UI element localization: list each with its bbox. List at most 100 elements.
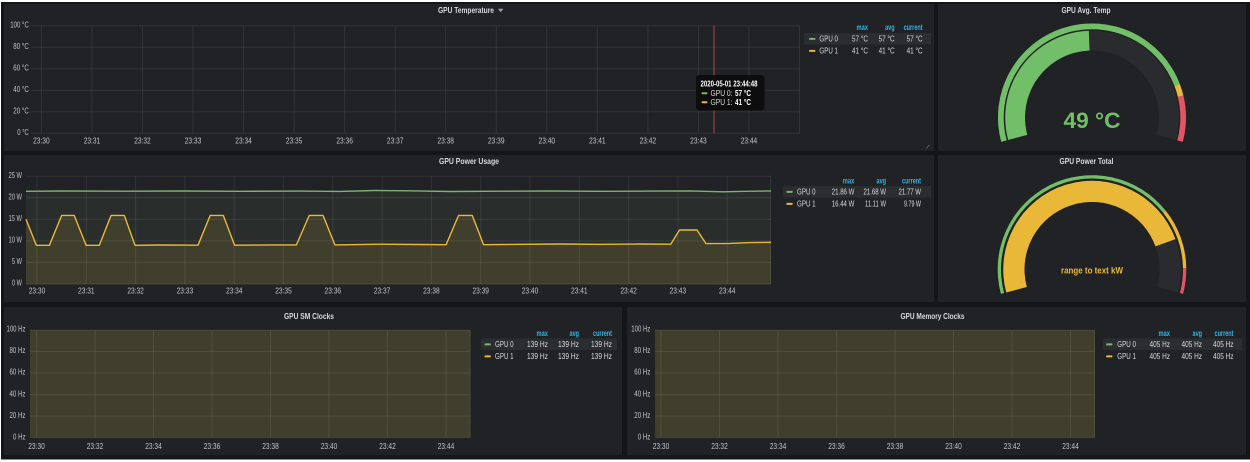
svg-text:23:30: 23:30	[33, 137, 50, 146]
svg-text:23:44: 23:44	[741, 137, 758, 146]
svg-text:range to text kW: range to text kW	[1061, 266, 1123, 277]
svg-text:100 Hz: 100 Hz	[631, 325, 650, 334]
svg-text:23:43: 23:43	[670, 287, 687, 296]
svg-text:11.11 W: 11.11 W	[865, 200, 886, 209]
svg-text:40 Hz: 40 Hz	[634, 389, 650, 398]
svg-text:0 W: 0 W	[12, 279, 22, 288]
svg-text:23:36: 23:36	[828, 442, 845, 451]
svg-text:23:42: 23:42	[379, 442, 396, 451]
svg-text:23:36: 23:36	[325, 287, 342, 296]
svg-text:5 W: 5 W	[12, 257, 22, 266]
svg-text:2020-05-01 23:44:48: 2020-05-01 23:44:48	[701, 80, 758, 89]
svg-text:40 °C: 40 °C	[13, 85, 29, 94]
svg-text:23:41: 23:41	[571, 287, 588, 296]
svg-text:57 °C: 57 °C	[735, 89, 751, 98]
svg-text:23:38: 23:38	[887, 442, 904, 451]
svg-text:60 Hz: 60 Hz	[634, 368, 650, 377]
svg-text:23:32: 23:32	[127, 287, 144, 296]
svg-text:23:32: 23:32	[87, 442, 104, 451]
svg-text:23:40: 23:40	[522, 287, 539, 296]
svg-text:80 Hz: 80 Hz	[10, 346, 26, 355]
svg-text:avg: avg	[885, 23, 895, 32]
svg-text:23:30: 23:30	[29, 287, 46, 296]
svg-text:GPU SM Clocks: GPU SM Clocks	[284, 311, 334, 321]
svg-text:139 Hz: 139 Hz	[558, 340, 579, 349]
svg-text:405 Hz: 405 Hz	[1213, 340, 1234, 349]
svg-text:57 °C: 57 °C	[907, 35, 923, 44]
svg-text:23:39: 23:39	[472, 287, 489, 296]
svg-text:23:38: 23:38	[437, 137, 454, 146]
svg-text:21.86 W: 21.86 W	[832, 188, 855, 197]
svg-text:GPU 1:: GPU 1:	[711, 98, 733, 107]
svg-text:max: max	[537, 329, 549, 338]
svg-text:GPU Power Usage: GPU Power Usage	[439, 156, 499, 166]
svg-text:23:34: 23:34	[145, 442, 162, 451]
svg-text:GPU 0: GPU 0	[495, 340, 514, 349]
svg-text:15 W: 15 W	[9, 214, 23, 223]
svg-text:23:41: 23:41	[589, 137, 606, 146]
svg-text:23:39: 23:39	[488, 137, 505, 146]
svg-text:GPU 1: GPU 1	[495, 352, 514, 361]
svg-text:41 °C: 41 °C	[907, 47, 923, 56]
svg-text:23:32: 23:32	[711, 442, 728, 451]
svg-text:GPU 1: GPU 1	[797, 200, 816, 209]
svg-text:21.77 W: 21.77 W	[899, 188, 922, 197]
svg-text:23:36: 23:36	[204, 442, 221, 451]
svg-text:max: max	[857, 23, 869, 32]
svg-text:139 Hz: 139 Hz	[591, 352, 612, 361]
svg-text:23:34: 23:34	[770, 442, 787, 451]
svg-text:23:30: 23:30	[653, 442, 670, 451]
svg-text:0 °C: 0 °C	[17, 128, 29, 137]
svg-text:23:40: 23:40	[539, 137, 556, 146]
svg-text:16.44 W: 16.44 W	[832, 200, 855, 209]
svg-text:40 Hz: 40 Hz	[10, 389, 26, 398]
svg-text:23:35: 23:35	[275, 287, 292, 296]
svg-text:57 °C: 57 °C	[879, 35, 895, 44]
svg-text:60 °C: 60 °C	[13, 63, 29, 72]
svg-text:current: current	[902, 177, 921, 186]
svg-text:23:34: 23:34	[226, 287, 243, 296]
svg-text:23:38: 23:38	[423, 287, 440, 296]
svg-text:41 °C: 41 °C	[852, 47, 868, 56]
svg-text:20 W: 20 W	[9, 193, 23, 202]
svg-text:max: max	[1159, 329, 1171, 338]
svg-text:405 Hz: 405 Hz	[1213, 352, 1234, 361]
svg-text:avg: avg	[1193, 329, 1203, 338]
svg-text:60 Hz: 60 Hz	[10, 368, 26, 377]
svg-text:GPU 1: GPU 1	[819, 47, 838, 56]
svg-text:405 Hz: 405 Hz	[1150, 352, 1171, 361]
svg-text:23:42: 23:42	[1004, 442, 1021, 451]
svg-text:23:34: 23:34	[235, 137, 252, 146]
svg-text:current: current	[904, 23, 923, 32]
svg-text:20 °C: 20 °C	[13, 106, 29, 115]
svg-text:21.68 W: 21.68 W	[864, 188, 887, 197]
svg-text:23:37: 23:37	[387, 137, 404, 146]
svg-text:405 Hz: 405 Hz	[1182, 340, 1203, 349]
svg-text:139 Hz: 139 Hz	[527, 352, 548, 361]
svg-text:GPU 0:: GPU 0:	[711, 89, 733, 98]
svg-text:139 Hz: 139 Hz	[591, 340, 612, 349]
svg-text:23:44: 23:44	[719, 287, 736, 296]
svg-text:current: current	[1215, 329, 1234, 338]
svg-text:GPU Memory Clocks: GPU Memory Clocks	[901, 311, 965, 321]
svg-text:GPU 0: GPU 0	[1117, 340, 1136, 349]
svg-text:23:40: 23:40	[321, 442, 338, 451]
svg-text:20 Hz: 20 Hz	[10, 411, 26, 420]
svg-text:23:31: 23:31	[78, 287, 95, 296]
svg-text:GPU Temperature: GPU Temperature	[438, 5, 494, 15]
svg-text:405 Hz: 405 Hz	[1150, 340, 1171, 349]
svg-text:23:37: 23:37	[374, 287, 391, 296]
svg-text:GPU 1: GPU 1	[1117, 352, 1136, 361]
svg-text:25 W: 25 W	[9, 171, 23, 180]
svg-text:current: current	[593, 329, 612, 338]
svg-text:23:43: 23:43	[690, 137, 707, 146]
svg-text:23:44: 23:44	[438, 442, 455, 451]
svg-text:23:40: 23:40	[945, 442, 962, 451]
svg-text:avg: avg	[877, 177, 887, 186]
svg-text:10 W: 10 W	[9, 236, 23, 245]
svg-text:23:35: 23:35	[286, 137, 303, 146]
svg-text:GPU 0: GPU 0	[819, 35, 838, 44]
svg-text:23:30: 23:30	[28, 442, 45, 451]
svg-text:0 Hz: 0 Hz	[638, 432, 651, 441]
svg-text:GPU Power Total: GPU Power Total	[1060, 156, 1114, 166]
